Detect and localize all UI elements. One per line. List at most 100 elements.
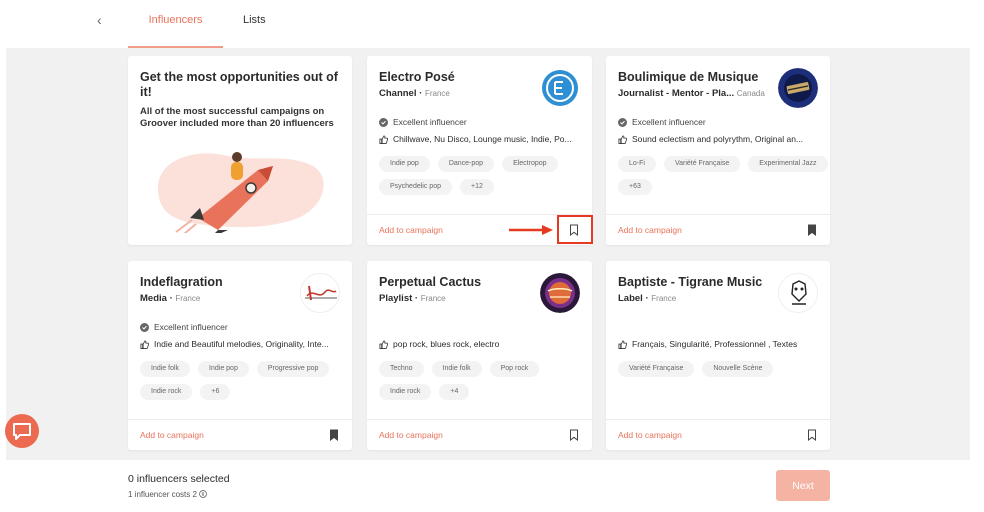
genre-tag: Nouvelle Scène (702, 361, 774, 377)
indeflagration-logo-icon (301, 274, 339, 312)
bookmark-outline-icon[interactable] (806, 429, 818, 441)
description-row: Indie and Beautiful melodies, Originalit… (140, 339, 345, 349)
card-footer: Add to campaign (606, 214, 830, 245)
thumbs-up-icon (379, 339, 388, 349)
genre-tag: Variété Française (618, 361, 695, 377)
influencer-name[interactable]: Indeflagration (140, 275, 223, 289)
influencer-role: Playlist · France (379, 293, 446, 304)
tigrane-music-logo-icon (779, 274, 817, 312)
more-tags-badge[interactable]: +4 (439, 384, 470, 400)
add-to-campaign-button[interactable]: Add to campaign (379, 430, 443, 440)
selected-count: 0 influencers selected (128, 473, 230, 485)
tab-influencers[interactable]: Influencers (128, 14, 223, 48)
influencer-role: Label · France (618, 293, 677, 304)
genre-tags: Indie folk Indie pop Progressive pop Ind… (140, 361, 350, 400)
genre-tag: Lo-Fi (618, 156, 656, 172)
thumbs-up-icon (379, 134, 388, 144)
genre-tag: Variété Française (663, 156, 741, 172)
bookmark-filled-icon[interactable] (328, 429, 340, 441)
description-text: Chillwave, Nu Disco, Lounge music, Indie… (393, 134, 572, 144)
thumbs-up-icon (618, 134, 627, 144)
influencer-role: Media · France (140, 293, 201, 304)
influencer-role: Channel · France (379, 88, 450, 99)
add-to-campaign-button[interactable]: Add to campaign (618, 430, 682, 440)
genre-tag: Experimental Jazz (748, 156, 828, 172)
chat-icon (13, 423, 31, 440)
annotation-highlight-box (557, 215, 593, 244)
description-text: Indie and Beautiful melodies, Originalit… (154, 339, 329, 349)
country-label: Canada (736, 89, 765, 98)
genre-tag: Techno (379, 361, 424, 377)
tab-lists[interactable]: Lists (243, 14, 266, 26)
top-navigation: ‹ Influencers Lists (0, 0, 984, 48)
country-label: France (420, 294, 446, 303)
bookmark-filled-icon[interactable] (806, 224, 818, 236)
description-text: Sound eclectism and polyrythm, Original … (632, 134, 804, 144)
thumbs-up-icon (618, 339, 627, 349)
description-row: Chillwave, Nu Disco, Lounge music, Indie… (379, 134, 584, 144)
influencer-name[interactable]: Electro Posé (379, 70, 455, 84)
avatar[interactable] (540, 68, 580, 108)
more-tags-badge[interactable]: +63 (618, 179, 652, 195)
thumbs-up-icon (140, 339, 149, 349)
description-row: pop rock, blues rock, electro (379, 339, 584, 349)
promo-title: Get the most opportunities out of it! (140, 70, 338, 99)
avatar[interactable] (300, 273, 340, 313)
next-button[interactable]: Next (776, 470, 830, 501)
description-row: Sound eclectism and polyrythm, Original … (618, 134, 823, 144)
avatar[interactable] (778, 273, 818, 313)
influencer-name[interactable]: Perpetual Cactus (379, 275, 481, 289)
genre-tag: Indie folk (431, 361, 482, 377)
bookmark-outline-icon[interactable] (568, 429, 580, 441)
status-row: Excellent influencer (140, 322, 228, 332)
genre-tag: Progressive pop (256, 361, 330, 377)
check-circle-icon (379, 117, 388, 127)
promo-card: Get the most opportunities out of it! Al… (128, 56, 352, 245)
role-label: Channel (379, 88, 417, 99)
card-footer: Add to campaign (367, 419, 592, 450)
boulimique-logo-icon (778, 68, 818, 108)
genre-tag: Psychedelic pop (379, 179, 452, 195)
influencer-card: Boulimique de Musique Journalist - Mento… (606, 56, 830, 245)
influencer-card: Perpetual Cactus Playlist · France pop r… (367, 261, 592, 450)
back-chevron-icon[interactable]: ‹ (97, 12, 102, 28)
description-text: pop rock, blues rock, electro (393, 339, 500, 349)
promo-body: All of the most successful campaigns on … (140, 106, 334, 129)
genre-tags: Lo-Fi Variété Française Experimental Jaz… (618, 156, 828, 195)
role-label: Media (140, 293, 167, 304)
influencer-name[interactable]: Boulimique de Musique (618, 70, 758, 84)
coin-icon (199, 490, 208, 498)
genre-tag: Indie rock (379, 384, 432, 400)
influencer-name[interactable]: Baptiste - Tigrane Music (618, 275, 762, 289)
status-label: Excellent influencer (632, 117, 706, 127)
electro-pose-logo-icon (540, 68, 580, 108)
add-to-campaign-button[interactable]: Add to campaign (379, 225, 443, 235)
genre-tag: Indie folk (140, 361, 191, 377)
cost-info: 1 influencer costs 2 (128, 490, 208, 499)
role-label: Journalist - Mentor - Pla... (618, 88, 735, 99)
genre-tags: Techno Indie folk Pop rock Indie rock +4 (379, 361, 589, 400)
more-tags-badge[interactable]: +12 (459, 179, 494, 195)
genre-tag: Dance-pop (437, 156, 495, 172)
chat-button[interactable] (5, 414, 39, 448)
add-to-campaign-button[interactable]: Add to campaign (618, 225, 682, 235)
annotation-arrow-icon (509, 225, 553, 235)
avatar[interactable] (540, 273, 580, 313)
genre-tag: Indie rock (140, 384, 193, 400)
status-label: Excellent influencer (393, 117, 467, 127)
genre-tag: Pop rock (489, 361, 540, 377)
avatar[interactable] (778, 68, 818, 108)
check-circle-icon (140, 322, 149, 332)
card-footer: Add to campaign (606, 419, 830, 450)
country-label: France (424, 89, 450, 98)
country-label: France (175, 294, 201, 303)
influencer-role: Journalist - Mentor - Pla... Canada (618, 88, 778, 99)
more-tags-badge[interactable]: +6 (200, 384, 231, 400)
card-footer: Add to campaign (128, 419, 352, 450)
rocket-illustration (158, 152, 324, 233)
description-text: Français, Singularité, Professionnel , T… (632, 339, 798, 349)
add-to-campaign-button[interactable]: Add to campaign (140, 430, 204, 440)
genre-tag: Indie pop (379, 156, 430, 172)
cost-text: 1 influencer costs 2 (128, 490, 197, 499)
selection-footer: 0 influencers selected 1 influencer cost… (0, 460, 984, 512)
